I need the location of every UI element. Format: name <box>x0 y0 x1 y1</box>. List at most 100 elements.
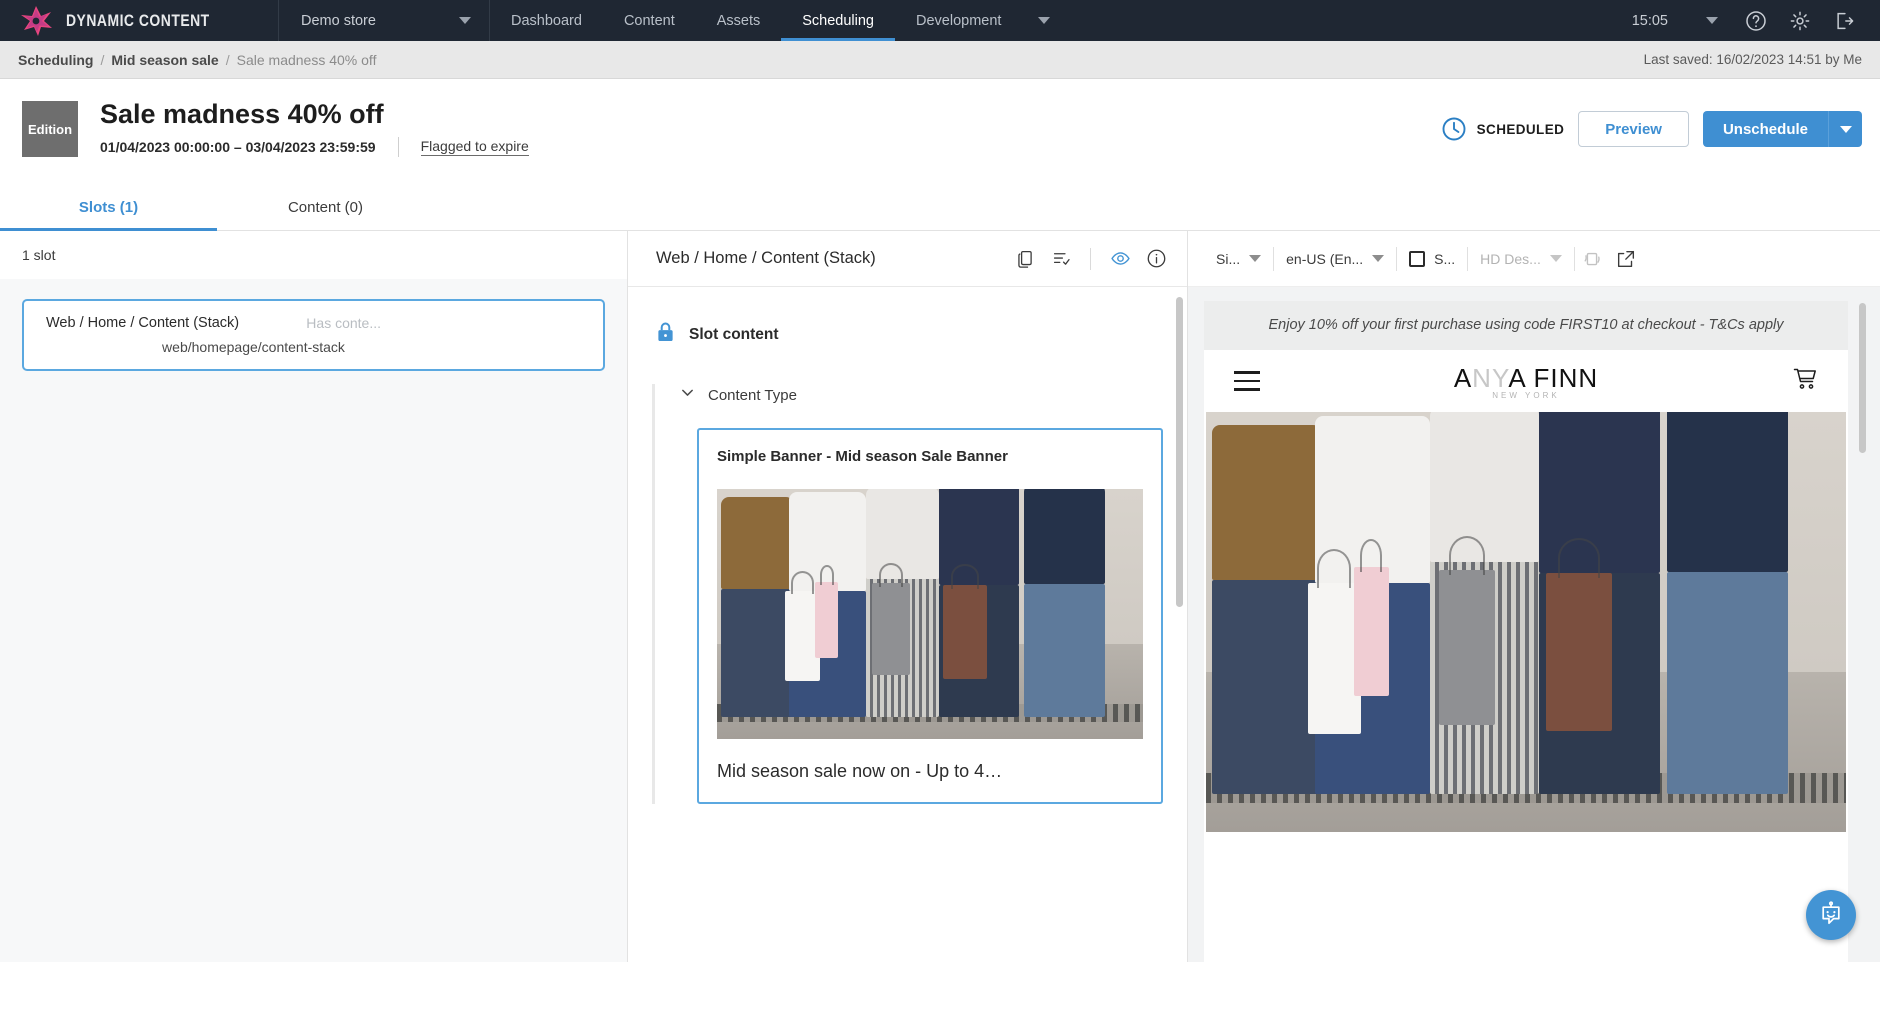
rotate-device-icon[interactable] <box>1575 242 1609 276</box>
promo-banner-text: Enjoy 10% off your first purchase using … <box>1204 301 1848 351</box>
checkbox-icon[interactable] <box>1409 250 1426 267</box>
date-range: 01/04/2023 00:00:00 – 03/04/2023 23:59:5… <box>100 139 376 155</box>
content-item-title: Simple Banner - Mid season Sale Banner <box>717 448 1008 465</box>
slots-panel: 1 slot Web / Home / Content (Stack) Has … <box>0 231 628 962</box>
breadcrumb-separator: / <box>100 51 105 68</box>
chevron-down-icon <box>459 17 471 24</box>
chevron-down-icon <box>1249 255 1262 262</box>
breadcrumb-item-current: Sale madness 40% off <box>236 51 377 68</box>
store-selector[interactable]: Demo store <box>279 0 489 41</box>
slot-card[interactable]: Web / Home / Content (Stack) Has conte..… <box>22 299 605 371</box>
slot-card-top-row: Web / Home / Content (Stack) Has conte..… <box>46 315 581 331</box>
breadcrumb-item-scheduling[interactable]: Scheduling <box>18 52 93 68</box>
chevron-down-icon[interactable] <box>679 384 696 406</box>
top-right-controls: 15:05 <box>1632 0 1880 41</box>
nav-item-scheduling[interactable]: Scheduling <box>781 0 895 41</box>
slot-editor-body: Slot content Content Type Simple Banner … <box>628 287 1187 962</box>
status-badge-label: SCHEDULED <box>1476 121 1565 137</box>
preview-size-select[interactable]: Si... <box>1204 251 1273 267</box>
list-check-icon[interactable] <box>1046 244 1076 274</box>
unschedule-dropdown-toggle[interactable] <box>1828 111 1862 147</box>
tab-content[interactable]: Content (0) <box>217 199 434 230</box>
chevron-down-icon <box>1549 255 1562 262</box>
top-navigation-bar: DYNAMIC CONTENT Demo store Dashboard Con… <box>0 0 1880 41</box>
preview-device-label: HD Des... <box>1480 250 1541 267</box>
chevron-down-icon <box>1038 17 1051 24</box>
preview-button[interactable]: Preview <box>1578 111 1689 147</box>
breadcrumb-separator: / <box>225 51 230 68</box>
edition-badge: Edition <box>22 101 78 157</box>
slot-editor-panel: Web / Home / Content (Stack) Slot conten… <box>628 231 1188 962</box>
slot-editor-title: Web / Home / Content (Stack) <box>656 249 876 267</box>
store-logo-subtext: NEW YORK <box>1492 390 1560 400</box>
preview-device-select[interactable]: HD Des... <box>1468 251 1574 267</box>
hamburger-menu-icon[interactable] <box>1234 371 1260 391</box>
nav-item-development[interactable]: Development <box>895 0 1022 41</box>
tab-bar: Slots (1) Content (0) <box>0 179 1880 231</box>
breadcrumb-item-mid-season-sale[interactable]: Mid season sale <box>111 52 218 68</box>
page-header: Edition Sale madness 40% off 01/04/2023 … <box>0 79 1880 179</box>
preview-checkbox-label: S... <box>1434 250 1456 267</box>
hero-image <box>1206 412 1846 833</box>
slot-content-section: Slot content <box>628 321 1187 348</box>
preview-locale-label: en-US (En... <box>1286 250 1364 267</box>
breadcrumb: Scheduling / Mid season sale / Sale madn… <box>0 41 1880 79</box>
chevron-down-icon <box>1706 17 1718 24</box>
divider <box>397 137 399 157</box>
main-body: 1 slot Web / Home / Content (Stack) Has … <box>0 231 1880 962</box>
slot-path: web/homepage/content-stack <box>162 339 345 355</box>
unschedule-split-button: Unschedule <box>1702 111 1862 147</box>
preview-stage: Enjoy 10% off your first purchase using … <box>1188 287 1880 962</box>
preview-locale-select[interactable]: en-US (En... <box>1274 251 1396 267</box>
chevron-down-icon <box>1839 125 1852 133</box>
nav-item-content[interactable]: Content <box>603 0 696 41</box>
slot-content-label: Slot content <box>689 325 779 343</box>
tab-slots[interactable]: Slots (1) <box>0 199 217 231</box>
preview-scrollbar[interactable] <box>1859 303 1866 453</box>
brand-logo-group[interactable]: DYNAMIC CONTENT <box>0 5 278 37</box>
nav-item-dashboard[interactable]: Dashboard <box>490 0 603 41</box>
content-type-label: Content Type <box>708 386 797 404</box>
chatbot-icon[interactable] <box>1806 890 1856 940</box>
clock-icon <box>1441 116 1467 142</box>
nav-item-assets[interactable]: Assets <box>696 0 782 41</box>
gear-icon[interactable] <box>1778 0 1822 41</box>
content-item-image <box>717 489 1143 739</box>
copy-icon[interactable] <box>1010 244 1040 274</box>
unschedule-button[interactable]: Unschedule <box>1702 111 1828 147</box>
store-selector-label: Demo store <box>301 12 376 29</box>
preview-secure-checkbox[interactable]: S... <box>1397 250 1467 267</box>
visibility-eye-icon[interactable] <box>1105 244 1135 274</box>
slot-count-label: 1 slot <box>22 247 56 263</box>
clock-time: 15:05 <box>1631 12 1668 29</box>
slot-list: Web / Home / Content (Stack) Has conte..… <box>0 279 627 962</box>
shopping-cart-icon[interactable] <box>1792 366 1818 397</box>
slot-editor-header: Web / Home / Content (Stack) <box>628 231 1187 287</box>
preview-toolbar: Si... en-US (En... S... HD Des... <box>1188 231 1880 287</box>
preview-iframe: Enjoy 10% off your first purchase using … <box>1204 301 1848 962</box>
nav-more-menu[interactable] <box>1022 0 1066 41</box>
status-badge: SCHEDULED <box>1441 116 1565 142</box>
slot-editor-header-icons <box>1010 244 1171 274</box>
schedule-subline: 01/04/2023 00:00:00 – 03/04/2023 23:59:5… <box>100 137 529 157</box>
brand-name: DYNAMIC CONTENT <box>66 10 210 30</box>
slot-name: Web / Home / Content (Stack) <box>46 315 240 331</box>
content-type-row[interactable]: Content Type <box>679 384 1187 406</box>
open-external-icon[interactable] <box>1609 242 1643 276</box>
divider <box>1090 247 1091 270</box>
preview-panel: Si... en-US (En... S... HD Des... Enjoy … <box>1188 231 1880 962</box>
content-item-card[interactable]: Simple Banner - Mid season Sale Banner M… <box>697 428 1163 804</box>
page-title: Sale madness 40% off <box>100 99 384 129</box>
logout-icon[interactable] <box>1822 0 1866 41</box>
last-saved-label: Last saved: 16/02/2023 14:51 by Me <box>1643 52 1862 67</box>
store-logo: ANYA FINN NEW YORK <box>1204 363 1848 400</box>
content-type-section: Content Type Simple Banner - Mid season … <box>652 384 1187 804</box>
time-dropdown-toggle[interactable] <box>1690 0 1734 41</box>
info-icon[interactable] <box>1141 244 1171 274</box>
slot-editor-scrollbar[interactable] <box>1176 297 1183 607</box>
chevron-down-icon <box>1372 255 1385 262</box>
content-item-caption: Mid season sale now on - Up to 4… <box>717 761 1003 781</box>
help-icon[interactable] <box>1734 0 1778 41</box>
flagged-to-expire-link[interactable]: Flagged to expire <box>420 138 529 156</box>
slot-status: Has conte... <box>306 315 381 331</box>
